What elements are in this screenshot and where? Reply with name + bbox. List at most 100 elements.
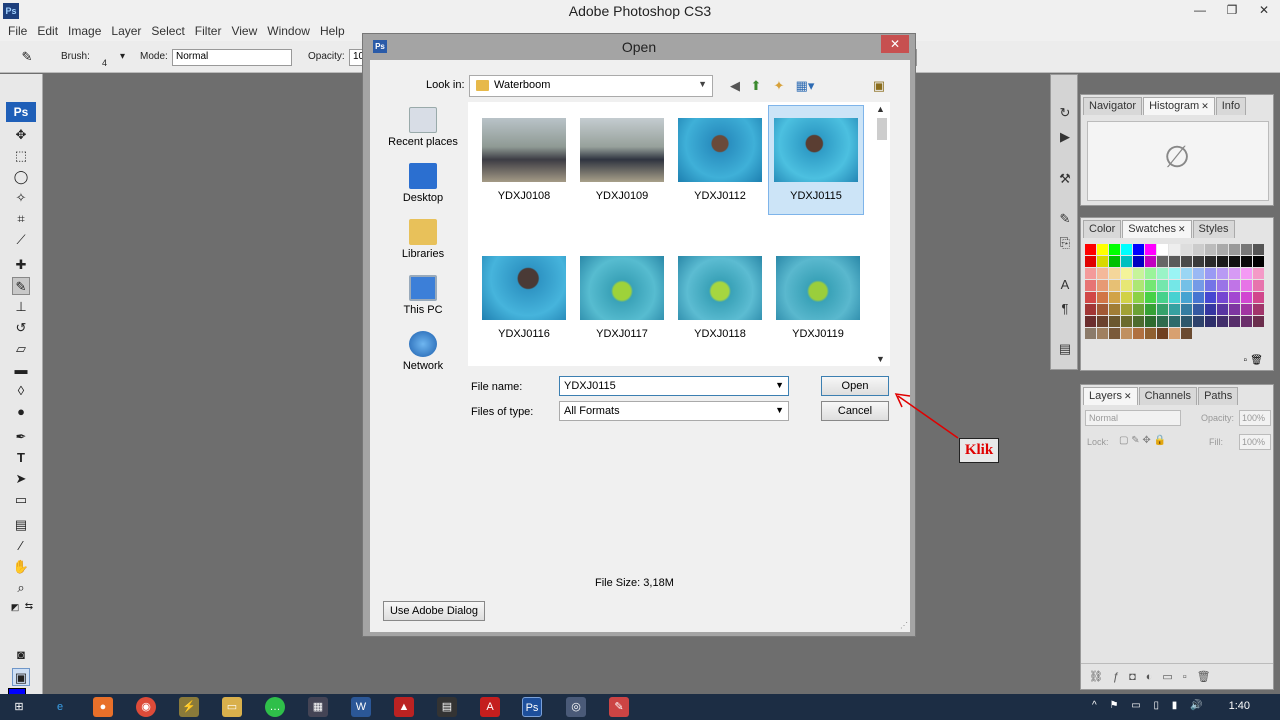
- file-type-select[interactable]: All Formats ▼: [559, 401, 789, 421]
- tab-layers[interactable]: Layers ✕: [1083, 387, 1138, 405]
- place-libraries[interactable]: Libraries: [379, 219, 467, 260]
- tab-channels[interactable]: Channels: [1138, 387, 1198, 405]
- color-swatch[interactable]: [1253, 244, 1264, 255]
- color-swatch[interactable]: [1097, 328, 1108, 339]
- file-item[interactable]: YDXJ0119: [770, 244, 866, 354]
- file-item[interactable]: YDXJ0116: [476, 244, 572, 354]
- magic-wand-tool-icon[interactable]: ✧: [12, 189, 30, 207]
- mode-select[interactable]: Normal: [172, 49, 292, 66]
- color-swatch[interactable]: [1109, 280, 1120, 291]
- color-swatch[interactable]: [1241, 280, 1252, 291]
- color-swatch[interactable]: [1205, 280, 1216, 291]
- photoshop-taskbar-icon[interactable]: Ps: [522, 697, 542, 717]
- color-swatch[interactable]: [1097, 280, 1108, 291]
- color-swatch[interactable]: [1133, 268, 1144, 279]
- crop-tool-icon[interactable]: ⌗: [12, 210, 30, 228]
- move-tool-icon[interactable]: ✥: [12, 126, 30, 144]
- place-desktop[interactable]: Desktop: [379, 163, 467, 204]
- color-swatch[interactable]: [1121, 304, 1132, 315]
- color-swatch[interactable]: [1109, 256, 1120, 267]
- color-swatch[interactable]: [1169, 256, 1180, 267]
- color-swatch[interactable]: [1085, 328, 1096, 339]
- chevron-down-icon[interactable]: ▼: [775, 380, 784, 390]
- tool-presets-icon[interactable]: ⚒: [1055, 169, 1075, 189]
- color-swatch[interactable]: [1145, 292, 1156, 303]
- restore-button[interactable]: ❐: [1216, 0, 1248, 22]
- slice-tool-icon[interactable]: ⟋: [12, 231, 30, 249]
- app-icon[interactable]: ⚡: [179, 697, 199, 717]
- color-swatch[interactable]: [1253, 256, 1264, 267]
- color-swatch[interactable]: [1157, 244, 1168, 255]
- color-swatch[interactable]: [1229, 316, 1240, 327]
- brushes-panel-icon[interactable]: ✎: [1055, 209, 1075, 229]
- color-swatch[interactable]: [1169, 268, 1180, 279]
- file-item[interactable]: YDXJ0112: [672, 106, 768, 216]
- menu-help[interactable]: Help: [315, 22, 350, 41]
- brush-size[interactable]: 4: [102, 58, 107, 68]
- tab-swatches[interactable]: Swatches ✕: [1122, 220, 1192, 238]
- eyedropper-tool-icon[interactable]: ⁄: [12, 537, 30, 555]
- tab-navigator[interactable]: Navigator: [1083, 97, 1143, 115]
- color-swatch[interactable]: [1121, 316, 1132, 327]
- healing-brush-tool-icon[interactable]: ✚: [12, 256, 30, 274]
- color-swatch[interactable]: [1217, 280, 1228, 291]
- color-swatch[interactable]: [1181, 328, 1192, 339]
- color-swatch[interactable]: [1193, 292, 1204, 303]
- trash-icon[interactable]: 🗑: [1250, 355, 1263, 366]
- place-this-pc[interactable]: This PC: [379, 275, 467, 316]
- color-swatch[interactable]: [1145, 256, 1156, 267]
- color-swatch[interactable]: [1205, 268, 1216, 279]
- viewer-icon[interactable]: ◎: [566, 697, 586, 717]
- color-swatch[interactable]: [1097, 316, 1108, 327]
- file-name-field[interactable]: YDXJ0115 ▼: [559, 376, 789, 396]
- pen-tool-icon[interactable]: ✒: [12, 428, 30, 446]
- color-swatch[interactable]: [1193, 316, 1204, 327]
- color-swatch[interactable]: [1169, 280, 1180, 291]
- close-icon[interactable]: ✕: [1201, 101, 1209, 111]
- color-swatch[interactable]: [1217, 316, 1228, 327]
- color-swatch[interactable]: [1205, 304, 1216, 315]
- character-panel-icon[interactable]: A: [1055, 275, 1075, 295]
- color-swatch[interactable]: [1241, 304, 1252, 315]
- clone-stamp-tool-icon[interactable]: ⊥: [12, 298, 30, 316]
- color-swatch[interactable]: [1109, 316, 1120, 327]
- color-swatch[interactable]: [1229, 256, 1240, 267]
- firefox-icon[interactable]: ●: [93, 697, 113, 717]
- menu-window[interactable]: Window: [262, 22, 315, 41]
- color-swatch[interactable]: [1181, 292, 1192, 303]
- color-swatch[interactable]: [1133, 244, 1144, 255]
- media-icon[interactable]: ▤: [437, 697, 457, 717]
- color-swatch[interactable]: [1121, 328, 1132, 339]
- color-swatch[interactable]: [1157, 292, 1168, 303]
- history-panel-icon[interactable]: ↻: [1055, 103, 1075, 123]
- file-item[interactable]: YDXJ0109: [574, 106, 670, 216]
- notes-tool-icon[interactable]: ▤: [12, 516, 30, 534]
- color-swatch[interactable]: [1145, 280, 1156, 291]
- color-swatch[interactable]: [1241, 292, 1252, 303]
- color-swatch[interactable]: [1217, 292, 1228, 303]
- color-swatch[interactable]: [1097, 268, 1108, 279]
- acrobat-icon[interactable]: A: [480, 697, 500, 717]
- menu-filter[interactable]: Filter: [190, 22, 227, 41]
- color-swatch[interactable]: [1229, 280, 1240, 291]
- look-in-select[interactable]: Waterboom ▼: [469, 75, 713, 97]
- color-swatch[interactable]: [1133, 304, 1144, 315]
- place-network[interactable]: Network: [379, 331, 467, 372]
- color-swatch[interactable]: [1217, 244, 1228, 255]
- paint-icon[interactable]: ✎: [609, 697, 629, 717]
- color-swatch[interactable]: [1241, 268, 1252, 279]
- color-swatch[interactable]: [1085, 292, 1096, 303]
- place-recent[interactable]: Recent places: [379, 107, 467, 148]
- internet-explorer-icon[interactable]: e: [50, 697, 70, 717]
- menu-layer[interactable]: Layer: [106, 22, 146, 41]
- scroll-thumb[interactable]: [877, 118, 887, 140]
- color-swatch[interactable]: [1097, 256, 1108, 267]
- color-swatch[interactable]: [1181, 268, 1192, 279]
- history-brush-tool-icon[interactable]: ↺: [12, 319, 30, 337]
- color-swatch[interactable]: [1145, 268, 1156, 279]
- color-swatch[interactable]: [1181, 256, 1192, 267]
- color-swatch[interactable]: [1193, 256, 1204, 267]
- windows-start-icon[interactable]: ⊞: [9, 697, 29, 717]
- color-swatch[interactable]: [1133, 292, 1144, 303]
- tab-histogram[interactable]: Histogram ✕: [1143, 97, 1215, 115]
